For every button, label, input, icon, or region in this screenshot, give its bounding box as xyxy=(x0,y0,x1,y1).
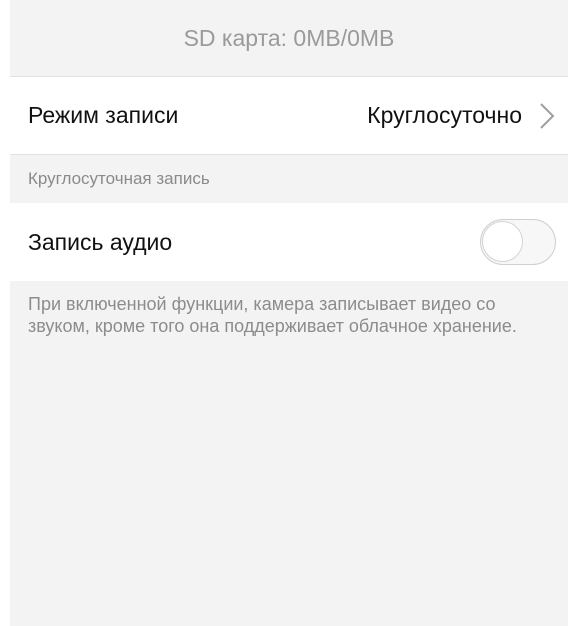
recording-mode-label: Режим записи xyxy=(28,102,179,128)
section-label-continuous-recording: Круглосуточная запись xyxy=(10,155,568,203)
toggle-knob xyxy=(482,221,523,262)
settings-panel: SD карта: 0MB/0MB Режим записи Круглосут… xyxy=(10,0,568,626)
audio-recording-toggle[interactable] xyxy=(480,219,556,265)
audio-recording-label: Запись аудио xyxy=(28,228,173,255)
audio-recording-row: Запись аудио xyxy=(10,203,568,281)
section-label-text: Круглосуточная запись xyxy=(28,169,210,188)
recording-mode-row[interactable]: Режим записи Круглосуточно xyxy=(10,77,568,155)
recording-mode-value: Круглосуточно xyxy=(367,102,522,128)
description-text: При включенной функции, камера записывае… xyxy=(28,294,517,336)
audio-recording-description: При включенной функции, камера записывае… xyxy=(10,281,566,337)
chevron-right-icon xyxy=(536,101,558,131)
sd-card-status: SD карта: 0MB/0MB xyxy=(10,0,568,77)
sd-card-status-text: SD карта: 0MB/0MB xyxy=(183,24,395,51)
